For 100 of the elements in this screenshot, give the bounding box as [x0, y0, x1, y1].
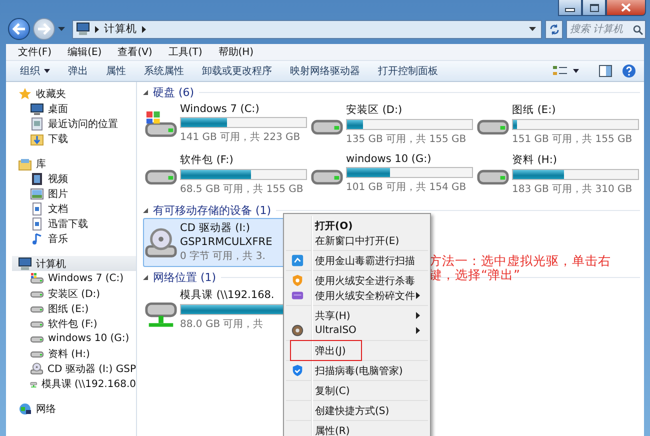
- toolbar-button[interactable]: 卸载或更改程序: [194, 63, 280, 79]
- toolbar-button[interactable]: 映射网络驱动器: [282, 63, 368, 79]
- dropdown-caret-icon[interactable]: [529, 27, 536, 31]
- context-menu-item[interactable]: 复制(C): [286, 383, 428, 398]
- drive-item[interactable]: 软件包 (F:) 68.5 GB 可用，共 155 GB: [143, 150, 309, 200]
- sidebar-item[interactable]: 音乐: [12, 231, 136, 246]
- drive-name: 软件包 (F:): [180, 153, 234, 167]
- free-space-text: 151 GB 可用，共 155 GB: [512, 132, 632, 146]
- chevron-icon[interactable]: [142, 26, 146, 32]
- desktop-icon: [30, 102, 44, 116]
- section-title[interactable]: 有可移动存储的设备 (1): [153, 202, 272, 218]
- sidebar-item[interactable]: Windows 7 (C:): [12, 271, 136, 286]
- drive-name: 模具课 (\\192.168.: [180, 288, 274, 302]
- preview-pane-icon[interactable]: [599, 65, 612, 77]
- sidebar-item[interactable]: CD 驱动器 (I:) GSP: [12, 361, 136, 376]
- cd-drive-icon: [30, 362, 44, 376]
- forward-button[interactable]: [33, 18, 55, 40]
- drive-item[interactable]: Windows 7 (C:) 141 GB 可用，共 223 GB: [143, 100, 309, 150]
- address-bar[interactable]: 计算机: [72, 20, 542, 38]
- sidebar-item[interactable]: 网络: [12, 401, 136, 416]
- toolbar-button[interactable]: 弹出: [60, 63, 96, 79]
- menu-item[interactable]: 工具(T): [168, 45, 202, 59]
- free-space-text: 101 GB 可用，共 154 GB: [346, 180, 466, 194]
- menu-item[interactable]: 查看(V): [118, 45, 152, 59]
- context-menu-item[interactable]: 使用金山毒霸进行扫描: [286, 253, 428, 268]
- sidebar-item[interactable]: 库: [12, 156, 136, 171]
- sidebar-item[interactable]: 下载: [12, 131, 136, 146]
- context-menu-item[interactable]: 使用火绒安全粉碎文件: [286, 288, 428, 303]
- collapse-icon[interactable]: [143, 208, 148, 212]
- collapse-icon[interactable]: [143, 274, 148, 280]
- context-menu-item[interactable]: 创建快捷方式(S): [286, 403, 428, 418]
- context-menu-item[interactable]: 使用火绒安全进行杀毒: [286, 273, 428, 288]
- sidebar-item[interactable]: 软件包 (F:): [12, 316, 136, 331]
- context-menu-item[interactable]: 属性(R): [286, 423, 428, 436]
- sidebar-item[interactable]: 迅雷下载: [12, 216, 136, 231]
- document-icon: [30, 216, 44, 230]
- free-space-text: 68.5 GB 可用，共 155 GB: [180, 182, 304, 196]
- computer-icon: [76, 22, 90, 36]
- dropdown-caret-icon[interactable]: [573, 69, 579, 73]
- chevron-icon[interactable]: [95, 26, 99, 32]
- toolbar-button[interactable]: 属性: [98, 63, 134, 79]
- drive-name: Windows 7 (C:): [180, 103, 260, 115]
- section-title[interactable]: 网络位置 (1): [153, 270, 216, 284]
- drive-item[interactable]: 资料 (H:) 183 GB 可用，共 310 GB: [475, 150, 641, 200]
- help-icon[interactable]: [622, 64, 636, 78]
- sidebar-item[interactable]: 视频: [12, 171, 136, 186]
- maximize-button[interactable]: [582, 0, 606, 16]
- free-space-text: 183 GB 可用，共 310 GB: [512, 182, 632, 196]
- history-caret-icon[interactable]: [58, 27, 65, 31]
- drive-item[interactable]: 图纸 (E:) 151 GB 可用，共 155 GB: [475, 100, 641, 150]
- sidebar-item[interactable]: 图片: [12, 186, 136, 201]
- free-space-text: 88.0 GB 可用，共: [180, 318, 264, 331]
- free-space-text: 0 字节 可用，共 3.: [180, 250, 266, 263]
- section-title[interactable]: 硬盘 (6): [153, 84, 194, 100]
- download-folder-icon: [30, 132, 44, 146]
- sidebar-item[interactable]: 最近访问的位置: [12, 116, 136, 131]
- context-menu-item[interactable]: 共享(H): [286, 308, 428, 323]
- search-field[interactable]: 搜索 计算机: [566, 20, 646, 38]
- back-button[interactable]: [8, 18, 30, 40]
- drive-name: 资料 (H:): [512, 153, 557, 167]
- sidebar-item[interactable]: 图纸 (E:): [12, 301, 136, 316]
- context-menu-item[interactable]: UltraISO: [286, 323, 428, 338]
- drive-label: GSP1RMCULXFRE: [180, 236, 272, 248]
- menu-item[interactable]: 编辑(E): [68, 45, 102, 59]
- sidebar-item[interactable]: windows 10 (G:): [12, 331, 136, 346]
- sidebar-item[interactable]: 模具课 (\\192.168.0: [12, 376, 136, 391]
- minimize-button[interactable]: [558, 0, 582, 16]
- pictures-icon: [30, 186, 44, 200]
- sidebar-item[interactable]: 收藏夹: [12, 86, 136, 101]
- sidebar-item[interactable]: 文档: [12, 201, 136, 216]
- close-icon: [621, 3, 631, 12]
- caret-icon: [44, 69, 50, 73]
- submenu-arrow-icon: [416, 312, 420, 319]
- drive-name: 安装区 (D:): [346, 103, 402, 117]
- sidebar-item[interactable]: 资料 (H:): [12, 346, 136, 361]
- free-space-text: 135 GB 可用，共 155 GB: [346, 132, 466, 146]
- computer-icon: [18, 256, 32, 270]
- sidebar-item[interactable]: 桌面: [12, 101, 136, 116]
- star-icon: [18, 86, 32, 100]
- breadcrumb[interactable]: 计算机: [104, 22, 137, 36]
- sidebar-item[interactable]: 安装区 (D:): [12, 286, 136, 301]
- shield-check-icon: [291, 364, 304, 377]
- sidebar-item[interactable]: 计算机: [12, 256, 136, 271]
- drive-item[interactable]: windows 10 (G:) 101 GB 可用，共 154 GB: [309, 150, 475, 200]
- menu-item[interactable]: 文件(F): [18, 45, 52, 59]
- refresh-icon: [548, 24, 560, 34]
- free-space-text: 141 GB 可用，共 223 GB: [180, 130, 300, 144]
- context-menu-item[interactable]: 扫描病毒(电脑管家): [286, 363, 428, 378]
- menu-item[interactable]: 帮助(H): [218, 45, 254, 59]
- close-button[interactable]: [606, 0, 646, 16]
- shield-icon: [291, 274, 304, 287]
- drive-item[interactable]: 安装区 (D:) 135 GB 可用，共 155 GB: [309, 100, 475, 150]
- context-menu-item[interactable]: 弹出(J): [286, 343, 428, 358]
- toolbar-button[interactable]: 系统属性: [136, 63, 192, 79]
- toolbar-button[interactable]: 组织: [12, 63, 58, 79]
- submenu-arrow-icon: [416, 327, 420, 334]
- collapse-icon[interactable]: [143, 90, 148, 94]
- view-options-icon[interactable]: [553, 65, 567, 77]
- toolbar-button[interactable]: 打开控制面板: [370, 63, 446, 79]
- refresh-button[interactable]: [545, 20, 563, 38]
